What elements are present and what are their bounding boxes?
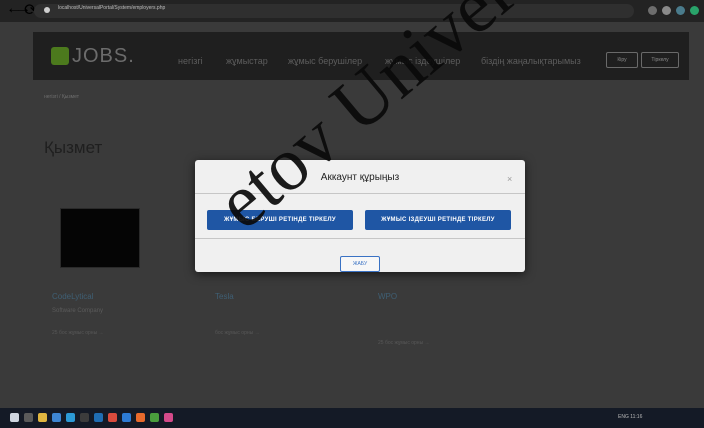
nav-news[interactable]: біздің жаңалықтарымыз xyxy=(481,56,581,66)
app-icon[interactable] xyxy=(66,413,75,422)
breadcrumb[interactable]: негізгі / Қызмет xyxy=(44,94,79,100)
nav-jobs[interactable]: жұмыстар xyxy=(226,56,268,66)
extension-icon[interactable] xyxy=(648,6,657,15)
register-as-seeker-button[interactable]: ЖҰМЫС ІЗДЕУШІ РЕТІНДЕ ТІРКЕЛУ xyxy=(365,210,511,230)
app-icon[interactable] xyxy=(136,413,145,422)
taskbar xyxy=(0,408,704,428)
system-tray[interactable]: ENG 11:16 xyxy=(618,414,642,420)
menu-icon[interactable] xyxy=(690,6,699,15)
app-icon[interactable] xyxy=(122,413,131,422)
app-icon[interactable] xyxy=(80,413,89,422)
card-title[interactable]: CodeLytical xyxy=(52,292,94,301)
card-jobs-link[interactable]: 25 бос жұмыс орны → xyxy=(378,340,430,346)
download-icon[interactable] xyxy=(676,6,685,15)
profile-icon[interactable] xyxy=(662,6,671,15)
card-subtitle: Software Company xyxy=(52,308,104,314)
card-jobs-link[interactable]: бос жұмыс орны → xyxy=(215,330,260,336)
app-icon[interactable] xyxy=(94,413,103,422)
divider xyxy=(195,238,525,239)
search-icon[interactable] xyxy=(24,413,33,422)
folder-icon[interactable] xyxy=(38,413,47,422)
logo-icon xyxy=(51,47,69,65)
card-title[interactable]: Tesla xyxy=(215,292,234,301)
card-jobs-link[interactable]: 25 бос жұмыс орны → xyxy=(52,330,104,336)
card-title[interactable]: WPO xyxy=(378,292,397,301)
app-icon[interactable] xyxy=(52,413,61,422)
app-icon[interactable] xyxy=(150,413,159,422)
app-icon[interactable] xyxy=(164,413,173,422)
site-logo[interactable]: JOBS. xyxy=(72,45,135,68)
login-button[interactable]: Кіру xyxy=(606,52,638,68)
start-icon[interactable] xyxy=(10,413,19,422)
site-info-icon[interactable] xyxy=(44,7,50,13)
nav-home[interactable]: негізгі xyxy=(178,56,203,66)
register-button[interactable]: Тіркелу xyxy=(641,52,679,68)
app-icon[interactable] xyxy=(108,413,117,422)
close-icon[interactable]: × xyxy=(507,174,512,184)
company-image xyxy=(60,208,140,268)
address-text[interactable]: localhost/UniversalPortal/System/employe… xyxy=(58,5,165,11)
close-button[interactable]: ЖАБУ xyxy=(340,256,380,272)
page-title: Қызмет xyxy=(44,138,103,157)
